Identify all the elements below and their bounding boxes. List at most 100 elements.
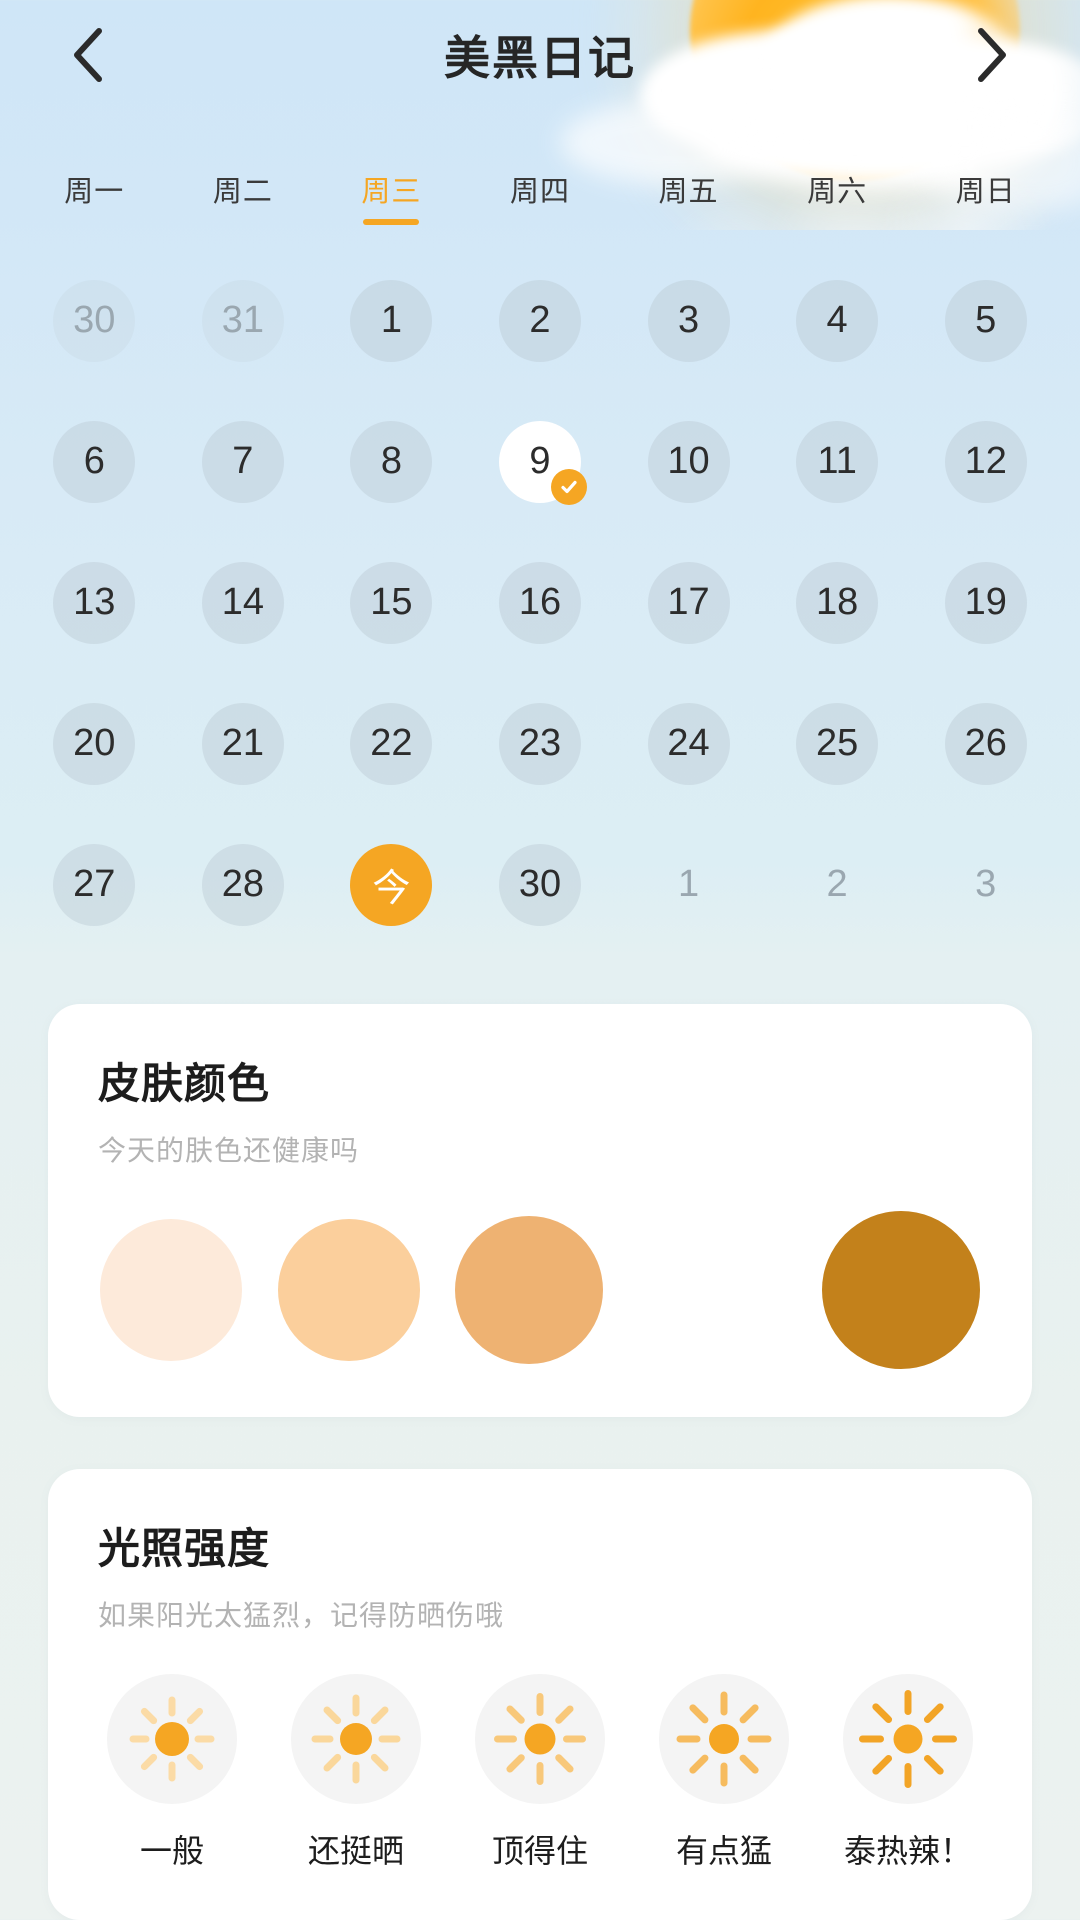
light-intensity-disc: [659, 1674, 789, 1804]
calendar-day-cell[interactable]: 11: [763, 400, 912, 523]
light-intensity-option-2[interactable]: 还挺晒: [282, 1674, 430, 1872]
light-intensity-label: 还挺晒: [307, 1833, 404, 1869]
calendar-day-label: 12: [944, 420, 1027, 503]
calendar-day-cell[interactable]: 23: [466, 682, 615, 805]
light-intensity-disc: [843, 1674, 973, 1804]
calendar-day-cell[interactable]: 15: [317, 541, 466, 664]
calendar-day-cell[interactable]: 26: [911, 682, 1060, 805]
skin-swatch-2[interactable]: [277, 1219, 420, 1361]
calendar-day-cell[interactable]: 17: [614, 541, 763, 664]
weekday-row: 周一 周二 周三 周四 周五 周六 周日: [0, 110, 1080, 225]
light-intensity-option-3[interactable]: 顶得住: [466, 1674, 614, 1872]
calendar-day-cell[interactable]: 25: [763, 682, 912, 805]
calendar-day-label: 23: [498, 702, 581, 785]
calendar-day-cell[interactable]: 1: [317, 259, 466, 382]
calendar-day-cell[interactable]: 31: [169, 259, 318, 382]
calendar-day-label: 24: [647, 702, 730, 785]
skin-swatch-1[interactable]: [100, 1219, 242, 1361]
weekday-2[interactable]: 周二: [169, 168, 318, 225]
calendar-day-label: 1: [677, 863, 700, 905]
calendar-day-cell[interactable]: 5: [911, 259, 1060, 382]
weekday-6[interactable]: 周六: [763, 168, 912, 225]
calendar-day-cell[interactable]: 今: [317, 823, 466, 946]
chevron-right-icon: [976, 27, 1010, 83]
calendar-day-cell[interactable]: 24: [614, 682, 763, 805]
weekday-3[interactable]: 周三: [317, 168, 466, 225]
calendar-day-label: 16: [498, 561, 581, 644]
light-intensity-option-5[interactable]: 泰热辣！: [834, 1674, 982, 1872]
calendar-day-cell[interactable]: 9: [466, 400, 615, 523]
calendar-day-cell[interactable]: 10: [614, 400, 763, 523]
calendar-day-cell[interactable]: 19: [911, 541, 1060, 664]
calendar-day-cell[interactable]: 18: [763, 541, 912, 664]
calendar-day-label: 5: [944, 279, 1027, 362]
skin-swatch-row: [98, 1211, 982, 1369]
calendar-day-cell[interactable]: 16: [466, 541, 615, 664]
light-intensity-label: 有点猛: [675, 1833, 772, 1869]
calendar-day-label: 15: [350, 561, 433, 644]
calendar-day-cell[interactable]: 12: [911, 400, 1060, 523]
weekday-label: 周六: [807, 176, 868, 208]
sun-icon: [311, 1694, 401, 1784]
skin-swatch-3[interactable]: [455, 1216, 603, 1364]
weekday-label: 周日: [955, 176, 1016, 208]
calendar-day-cell[interactable]: 30: [20, 259, 169, 382]
weekday-4[interactable]: 周四: [466, 168, 615, 225]
calendar-day-label: 2: [826, 863, 848, 905]
sun-icon: [129, 1696, 215, 1782]
calendar-day-cell[interactable]: 6: [20, 400, 169, 523]
calendar-day-label: 3: [975, 863, 997, 905]
calendar-day-label: 7: [201, 420, 284, 503]
calendar-day-label: 今: [350, 843, 433, 926]
calendar-day-cell[interactable]: 2: [466, 259, 615, 382]
page-title: 美黑日记: [444, 32, 636, 84]
back-button[interactable]: [58, 26, 116, 84]
calendar-day-label: 11: [796, 420, 879, 503]
light-intensity-subtitle: 如果阳光太猛烈，记得防晒伤哦: [98, 1600, 505, 1631]
calendar-day-cell[interactable]: 13: [20, 541, 169, 664]
calendar-day-cell[interactable]: 2: [763, 823, 912, 946]
calendar-day-cell[interactable]: 3: [614, 259, 763, 382]
light-intensity-label: 一般: [139, 1833, 204, 1869]
light-intensity-option-4[interactable]: 有点猛: [650, 1674, 798, 1872]
calendar-day-cell[interactable]: 28: [169, 823, 318, 946]
light-intensity-card: 光照强度 如果阳光太猛烈，记得防晒伤哦 一般 还挺晒 顶得住 有点猛 泰热辣！: [48, 1469, 1032, 1920]
sun-icon: [859, 1690, 957, 1788]
skin-swatch-5[interactable]: [822, 1211, 980, 1369]
calendar-day-cell[interactable]: 27: [20, 823, 169, 946]
calendar-day-label: 10: [647, 420, 730, 503]
skin-color-subtitle: 今天的肤色还健康吗: [98, 1135, 360, 1166]
calendar-day-cell[interactable]: 14: [169, 541, 318, 664]
forward-button[interactable]: [964, 26, 1022, 84]
weekday-label: 周五: [658, 176, 719, 208]
weekday-label: 周二: [212, 176, 273, 208]
header-bar: 美黑日记: [0, 0, 1080, 110]
calendar-day-cell[interactable]: 8: [317, 400, 466, 523]
light-intensity-option-1[interactable]: 一般: [98, 1674, 246, 1872]
calendar-day-cell[interactable]: 1: [614, 823, 763, 946]
sun-icon: [494, 1693, 586, 1785]
skin-color-card: 皮肤颜色 今天的肤色还健康吗: [48, 1004, 1032, 1417]
calendar-day-cell[interactable]: 21: [169, 682, 318, 805]
calendar-day-label: 30: [53, 279, 136, 362]
chevron-left-icon: [70, 27, 104, 83]
calendar-day-label: 30: [498, 843, 581, 926]
calendar-day-cell[interactable]: 30: [466, 823, 615, 946]
calendar-day-cell[interactable]: 22: [317, 682, 466, 805]
weekday-label: 周四: [509, 176, 570, 208]
calendar-day-cell[interactable]: 7: [169, 400, 318, 523]
weekday-7[interactable]: 周日: [911, 168, 1060, 225]
calendar-day-label: 18: [796, 561, 879, 644]
weekday-5[interactable]: 周五: [614, 168, 763, 225]
skin-swatch-4[interactable]: [639, 1216, 787, 1364]
weekday-1[interactable]: 周一: [20, 168, 169, 225]
calendar-day-label: 2: [498, 279, 581, 362]
calendar-day-cell[interactable]: 3: [911, 823, 1060, 946]
calendar-day-label: 28: [201, 843, 284, 926]
calendar-day-label: 22: [350, 702, 433, 785]
weekday-label: 周一: [64, 176, 125, 208]
calendar-day-label: 13: [53, 561, 136, 644]
calendar-day-cell[interactable]: 20: [20, 682, 169, 805]
sun-icon: [676, 1691, 772, 1787]
calendar-day-cell[interactable]: 4: [763, 259, 912, 382]
